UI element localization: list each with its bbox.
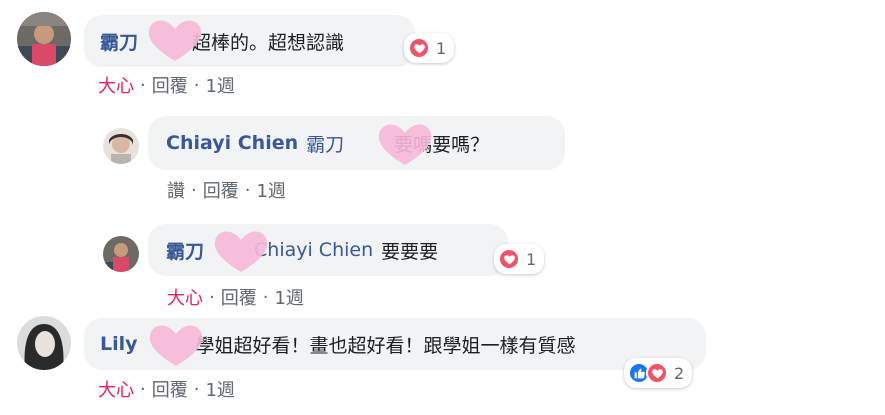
reaction-link[interactable]: 讚 [167, 177, 185, 203]
comment-actions: 大心 · 回覆 · 1週 [98, 376, 235, 402]
mention-link[interactable]: Chiayi Chien [254, 239, 373, 261]
reaction-link[interactable]: 大心 [167, 284, 203, 310]
comment-author[interactable]: 霸刀 [166, 237, 204, 264]
reaction-summary[interactable]: 1 [404, 33, 455, 63]
separator-dot: · [140, 74, 146, 96]
reaction-summary[interactable]: 1 [494, 244, 545, 274]
timestamp[interactable]: 1週 [256, 177, 285, 203]
separator-dot: · [193, 378, 200, 400]
reaction-summary[interactable]: 2 [624, 358, 693, 388]
separator-dot: · [262, 286, 269, 308]
comment-author[interactable]: 霸刀 [100, 28, 138, 55]
comment-actions: 大心 · 回覆 · 1週 [167, 284, 304, 310]
comment-bubble: 霸刀 Chiayi Chien 要要要 [148, 224, 508, 276]
comment-actions: 大心 · 回覆 · 1週 [98, 72, 235, 98]
comment-author[interactable]: Lily [100, 333, 138, 355]
avatar[interactable] [17, 12, 71, 66]
reaction-link[interactable]: 大心 [98, 72, 134, 98]
separator-dot: · [209, 286, 215, 308]
reply-link[interactable]: 回覆 [221, 284, 257, 310]
separator-dot: · [140, 378, 146, 400]
comment-bubble: Lily 學姐超好看！畫也超好看！跟學姐一樣有質感 [84, 318, 706, 370]
comment-author[interactable]: Chiayi Chien [166, 132, 298, 154]
reaction-count: 1 [436, 38, 447, 58]
avatar[interactable] [17, 316, 71, 370]
separator-dot: · [244, 179, 251, 201]
avatar[interactable] [103, 236, 139, 272]
timestamp[interactable]: 1週 [274, 284, 303, 310]
heart-reaction-icon [498, 248, 520, 270]
reply-link[interactable]: 回覆 [152, 376, 188, 402]
reaction-count: 1 [526, 249, 537, 269]
separator-dot: · [193, 74, 200, 96]
comment-actions: 讚 · 回覆 · 1週 [167, 177, 286, 203]
heart-reaction-icon [408, 37, 430, 59]
reply-link[interactable]: 回覆 [203, 177, 239, 203]
separator-dot: · [191, 179, 197, 201]
timestamp[interactable]: 1週 [205, 72, 234, 98]
reaction-count: 2 [674, 363, 685, 383]
comment-text: 要嗎要嗎？ [394, 133, 490, 156]
comment-bubble: Chiayi Chien 霸刀 要嗎要嗎？ [148, 116, 565, 170]
timestamp[interactable]: 1週 [205, 376, 234, 402]
comment-text: 學姐超好看！畫也超好看！跟學姐一樣有質感 [195, 334, 576, 357]
comment-bubble: 霸刀 超棒的。超想認識 [84, 15, 415, 67]
comment-text: 超棒的。超想認識 [192, 31, 345, 54]
comment-text: 要要要 [381, 240, 439, 263]
reaction-link[interactable]: 大心 [98, 376, 134, 402]
avatar[interactable] [103, 128, 139, 164]
reply-link[interactable]: 回覆 [152, 72, 188, 98]
heart-reaction-icon [646, 362, 668, 384]
mention-link[interactable]: 霸刀 [306, 130, 344, 157]
